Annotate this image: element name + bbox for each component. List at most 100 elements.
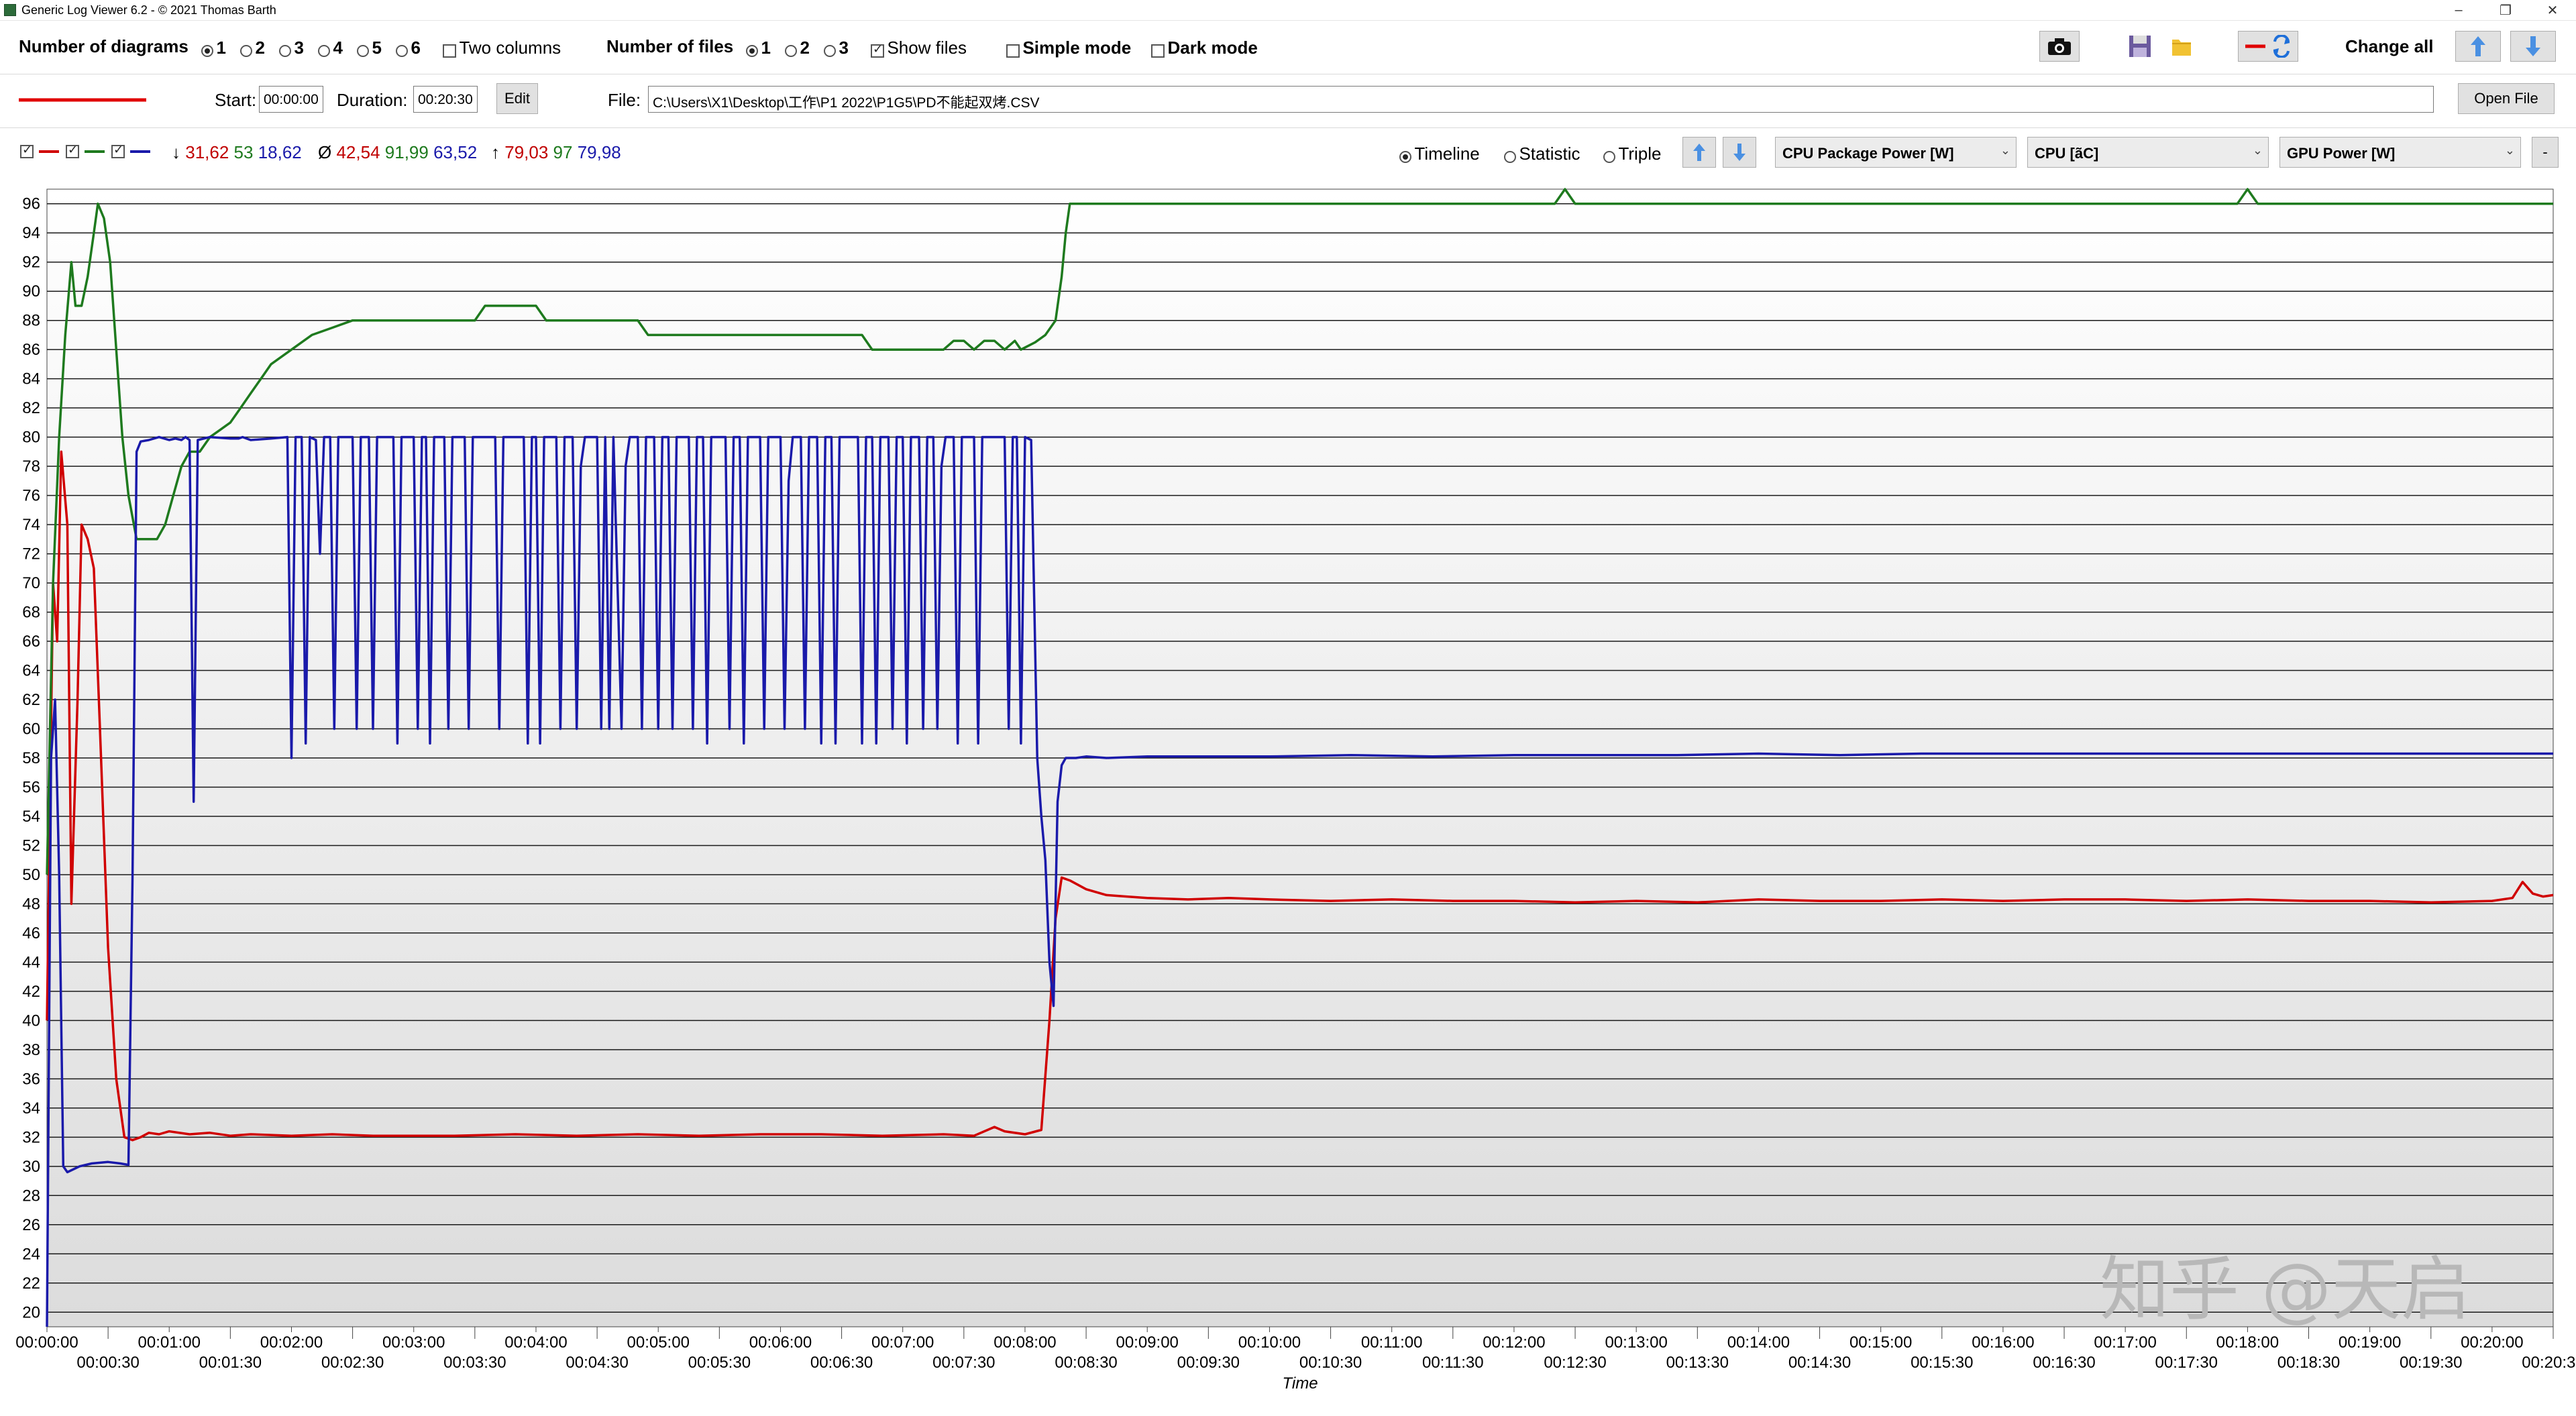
x-tick-label: 00:19:30 (2400, 1354, 2462, 1372)
x-tick-label: 00:14:30 (1788, 1354, 1851, 1372)
series1-select[interactable]: CPU Package Power [W] ⌄ (1775, 137, 2017, 168)
file-radio-2[interactable]: 2 (785, 38, 810, 58)
x-tick-label: 00:17:00 (2094, 1333, 2156, 1352)
start-input[interactable]: 00:00:00 (259, 86, 323, 113)
series2-swatch (85, 150, 105, 153)
x-tick-label: 00:12:30 (1544, 1354, 1606, 1372)
x-tick-label: 00:19:00 (2339, 1333, 2401, 1352)
close-button[interactable]: ✕ (2536, 0, 2569, 20)
file-color-line (19, 98, 146, 102)
y-tick-label: 80 (22, 429, 40, 447)
series3-swatch (130, 150, 150, 153)
series1-swatch (39, 150, 59, 153)
x-tick-label: 00:04:00 (504, 1333, 567, 1352)
screenshot-button[interactable] (2039, 31, 2080, 62)
x-tick-label: 00:18:30 (2277, 1354, 2340, 1372)
y-tick-label: 46 (22, 924, 40, 942)
x-tick-label: 00:07:00 (871, 1333, 934, 1352)
file-radio-1[interactable]: 1 (746, 38, 771, 58)
diagram-radio-3[interactable]: 3 (279, 38, 304, 58)
open-file-button[interactable]: Open File (2458, 83, 2555, 114)
arrow-up-icon (1693, 144, 1705, 161)
duration-input[interactable]: 00:20:30 (413, 86, 478, 113)
series1-checkbox[interactable] (20, 143, 34, 158)
x-tick-label: 00:05:30 (688, 1354, 751, 1372)
y-tick-label: 24 (22, 1245, 40, 1263)
simple-mode-checkbox[interactable]: Simple mode (1006, 38, 1131, 58)
swap-series-button[interactable] (2238, 31, 2298, 62)
show-files-checkbox[interactable]: Show files (871, 38, 967, 58)
series2-select[interactable]: CPU [ãC] ⌄ (2027, 137, 2269, 168)
diagram-radio-5[interactable]: 5 (357, 38, 382, 58)
two-columns-checkbox[interactable]: Two columns (443, 38, 561, 58)
duration-label: Duration: (337, 90, 408, 110)
timeline-radio[interactable]: Timeline (1399, 144, 1480, 164)
statistic-radio[interactable]: Statistic (1504, 144, 1580, 164)
x-tick-label: 00:14:00 (1727, 1333, 1790, 1352)
series-up-button[interactable] (1682, 137, 1716, 168)
x-tick-label: 00:11:30 (1422, 1354, 1484, 1372)
x-tick-label: 00:12:00 (1483, 1333, 1545, 1352)
y-tick-label: 94 (22, 224, 40, 242)
diagram-radio-1[interactable]: 1 (201, 38, 226, 58)
y-tick-label: 90 (22, 282, 40, 301)
arrow-down-icon (1733, 144, 1746, 161)
x-tick-label: 00:18:00 (2216, 1333, 2279, 1352)
y-axis-ticks: 20 22 24 26 28 30 32 34 36 38 40 42 44 46 48 50 52 54 56 58… (22, 195, 40, 1322)
x-tick-label: 00:13:30 (1666, 1354, 1729, 1372)
move-down-button[interactable] (2510, 31, 2556, 62)
x-tick-label: 00:06:30 (810, 1354, 873, 1372)
diagram-radio-6[interactable]: 6 (396, 38, 421, 58)
file-radio-3[interactable]: 3 (824, 38, 849, 58)
series3-select[interactable]: GPU Power [W] ⌄ (2279, 137, 2521, 168)
y-tick-label: 50 (22, 866, 40, 884)
dark-mode-checkbox[interactable]: Dark mode (1151, 38, 1258, 58)
x-tick-label: 00:07:30 (932, 1354, 995, 1372)
arrow-down-icon (2526, 36, 2540, 56)
edit-button[interactable]: Edit (496, 83, 538, 114)
series-down-button[interactable] (1723, 137, 1756, 168)
watermark-text: 知乎 @天启 (2100, 1248, 2471, 1330)
diagram-radio-2[interactable]: 2 (240, 38, 265, 58)
x-tick-label: 00:17:30 (2155, 1354, 2218, 1372)
chevron-down-icon: ⌄ (2000, 144, 2010, 157)
diagram-radio-4[interactable]: 4 (318, 38, 343, 58)
y-tick-label: 48 (22, 895, 40, 913)
camera-icon (2048, 38, 2071, 55)
timeline-chart[interactable]: 20 22 24 26 28 30 32 34 36 38 40 42 44 46 48 50 52 54 56 58… (0, 176, 2576, 1416)
save-button[interactable] (2120, 31, 2160, 62)
folder-icon (2172, 40, 2191, 56)
series2-checkbox[interactable] (66, 143, 79, 158)
chevron-down-icon: ⌄ (2252, 144, 2263, 157)
remove-series-button[interactable]: - (2532, 137, 2559, 168)
x-axis-ticks: 00:00:00 00:01:00 00:02:00 00:03:00 00:04:00… (15, 1327, 2576, 1372)
minimize-button[interactable]: – (2442, 0, 2475, 20)
open-folder-button[interactable] (2161, 31, 2202, 62)
y-tick-label: 64 (22, 662, 40, 680)
y-tick-label: 74 (22, 516, 40, 534)
x-tick-label: 00:02:30 (321, 1354, 384, 1372)
y-tick-label: 62 (22, 691, 40, 709)
y-tick-label: 26 (22, 1216, 40, 1234)
y-tick-label: 34 (22, 1099, 40, 1118)
app-icon (4, 4, 16, 16)
series3-checkbox[interactable] (111, 143, 125, 158)
y-tick-label: 78 (22, 457, 40, 476)
change-all-label: Change all (2345, 36, 2434, 56)
x-tick-label: 00:10:30 (1299, 1354, 1362, 1372)
start-label: Start: (215, 90, 257, 110)
y-tick-label: 86 (22, 341, 40, 359)
avg-value-green: 91,99 (384, 142, 429, 162)
main-toolbar: Number of diagrams 1 2 3 4 5 6 Two colum… (0, 30, 2576, 64)
file-path-input[interactable]: C:\Users\X1\Desktop\工作\P1 2022\P1G5\PD不能… (648, 86, 2434, 113)
x-tick-label: 00:08:30 (1055, 1354, 1117, 1372)
min-value-red: 31,62 (185, 142, 229, 162)
save-icon (2129, 36, 2151, 57)
restore-button[interactable]: ❐ (2489, 0, 2522, 20)
x-tick-label: 00:09:30 (1177, 1354, 1240, 1372)
title-bar: Generic Log Viewer 6.2 - © 2021 Thomas B… (0, 0, 2576, 21)
y-tick-label: 36 (22, 1070, 40, 1088)
move-up-button[interactable] (2455, 31, 2501, 62)
max-value-red: 79,03 (504, 142, 549, 162)
triple-radio[interactable]: Triple (1603, 144, 1662, 164)
